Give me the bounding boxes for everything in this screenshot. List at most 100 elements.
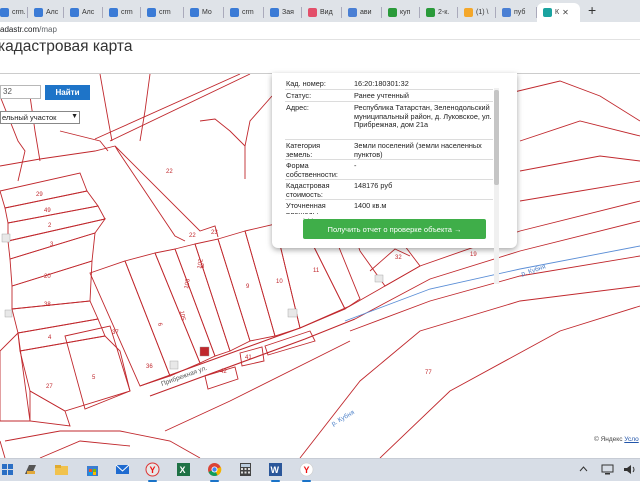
tab-favicon-icon — [270, 8, 279, 17]
browser-tab[interactable]: К ✕ — [537, 3, 580, 22]
info-value: Ранее учтенный — [354, 91, 410, 100]
tray-arrow-icon[interactable] — [576, 462, 591, 477]
parcel-label: 49 — [44, 208, 51, 214]
tab-label: crm — [121, 9, 133, 16]
find-button[interactable]: Найти — [45, 85, 90, 100]
tab-favicon-icon — [502, 8, 511, 17]
parcel-label: 29 — [36, 192, 43, 198]
folder-icon[interactable] — [54, 462, 69, 477]
info-value: 1400 кв.м — [354, 201, 387, 210]
browser-tab[interactable]: куп — [382, 3, 420, 22]
yandex-credit: © Яндекс — [594, 436, 623, 443]
info-key: Кад. номер: — [286, 79, 326, 88]
parcel-label: 19 — [470, 252, 477, 258]
store-icon[interactable] — [85, 462, 100, 477]
get-report-button[interactable]: Получить отчет о проверке объекта → — [303, 219, 486, 239]
browser-tab[interactable]: Мо — [184, 3, 224, 22]
url-path: /map — [39, 25, 57, 34]
parcel-label: 42 — [220, 369, 227, 375]
info-key: Адрес: — [286, 103, 309, 112]
browser-tab[interactable]: Алс — [64, 3, 103, 22]
parcel-label: 37 — [112, 330, 119, 336]
parcel-info-popup: Получить отчет о проверке объекта → Кад.… — [272, 73, 517, 284]
tab-label: Алс — [82, 9, 95, 16]
info-value: - — [354, 161, 357, 170]
yandex-browser-icon[interactable]: Y — [145, 462, 160, 482]
parcel-label: 20 — [44, 274, 51, 280]
cadastral-search-input[interactable]: 32 — [0, 85, 41, 99]
parcel-label: 3 — [50, 242, 54, 248]
browser-tab[interactable]: 2-к. — [420, 3, 458, 22]
browser-tab[interactable]: Зая — [264, 3, 302, 22]
tab-label: crm — [242, 9, 254, 16]
tab-label: куп — [400, 9, 411, 16]
windows-icon[interactable] — [0, 462, 15, 477]
info-key: Статус: — [286, 91, 312, 100]
volume-icon[interactable] — [622, 462, 637, 477]
excel-icon[interactable]: X — [176, 462, 191, 477]
parcel-label: 6 — [156, 322, 163, 327]
tab-label: Зая — [282, 9, 294, 16]
calculator-icon[interactable] — [238, 462, 253, 477]
new-tab-button[interactable]: + — [588, 2, 596, 18]
tab-favicon-icon — [0, 8, 9, 17]
parcel-label: 8 — [201, 264, 205, 270]
browser-tab[interactable]: ави — [342, 3, 382, 22]
row-divider — [285, 199, 493, 200]
parcel-label: 36 — [146, 364, 153, 370]
page-title: кадастровая карта — [0, 38, 133, 55]
parcel-label: 105 — [178, 310, 186, 322]
tab-label: Алс — [46, 9, 59, 16]
parcel-label: 32 — [395, 255, 402, 261]
parcel-label: 23 — [211, 230, 218, 236]
svg-text:Y: Y — [150, 465, 156, 475]
info-value: 148176 руб — [354, 181, 393, 190]
browser-tab[interactable]: (1) \ — [458, 3, 496, 22]
network-icon[interactable] — [600, 462, 615, 477]
terms-link[interactable]: Усло — [624, 436, 638, 443]
windows-taskbar: Y X W Y — [0, 458, 640, 482]
parcel-label: 10 — [276, 279, 283, 285]
tab-favicon-icon — [543, 8, 552, 17]
tab-label: Мо — [202, 9, 212, 16]
url-text[interactable]: adastr.com/map — [0, 25, 57, 34]
tab-favicon-icon — [348, 8, 357, 17]
parcel-label: 38 — [44, 302, 51, 308]
parcel-label: 41 — [245, 355, 252, 361]
browser-tab[interactable]: crm — [224, 3, 264, 22]
chevron-down-icon: ▼ — [71, 113, 78, 120]
parcel-label: 2 — [48, 223, 52, 229]
tab-favicon-icon — [388, 8, 397, 17]
close-tab-icon[interactable]: ✕ — [562, 8, 569, 17]
row-divider — [285, 179, 493, 180]
object-type-value: ельный участок — [2, 113, 57, 122]
file-explorer-icon[interactable] — [23, 462, 38, 477]
info-key: Кадастровая стоимость: — [286, 181, 330, 199]
tab-favicon-icon — [230, 8, 239, 17]
parcel-label: 4 — [48, 335, 52, 341]
row-divider — [285, 159, 493, 160]
url-domain: adastr.com — [0, 25, 40, 34]
tab-favicon-icon — [34, 8, 43, 17]
browser-tab[interactable]: Вид — [302, 3, 342, 22]
browser-tab[interactable]: Алс — [28, 3, 64, 22]
browser-tab[interactable]: crm. — [0, 3, 28, 22]
word-icon[interactable]: W — [268, 462, 283, 482]
browser-tab[interactable]: crm — [141, 3, 184, 22]
parcel-label: 27 — [46, 384, 53, 390]
mail-icon[interactable] — [115, 462, 130, 477]
river-label: р. Кубня — [520, 262, 547, 278]
yandex-icon[interactable]: Y — [299, 462, 314, 482]
row-divider — [285, 139, 493, 140]
info-value: Земли поселений (земли населенных пункто… — [354, 141, 482, 159]
tab-favicon-icon — [426, 8, 435, 17]
tab-label: crm. — [12, 9, 26, 16]
tab-favicon-icon — [147, 8, 156, 17]
parcel-label: 9 — [246, 284, 250, 290]
tab-label: (1) \ — [476, 9, 489, 16]
object-type-select[interactable]: ельный участок ▼ — [0, 111, 80, 124]
browser-tab[interactable]: пуб — [496, 3, 537, 22]
chrome-icon[interactable] — [207, 462, 222, 482]
browser-tab[interactable]: crm — [103, 3, 141, 22]
parcel-label: 77 — [425, 370, 432, 376]
